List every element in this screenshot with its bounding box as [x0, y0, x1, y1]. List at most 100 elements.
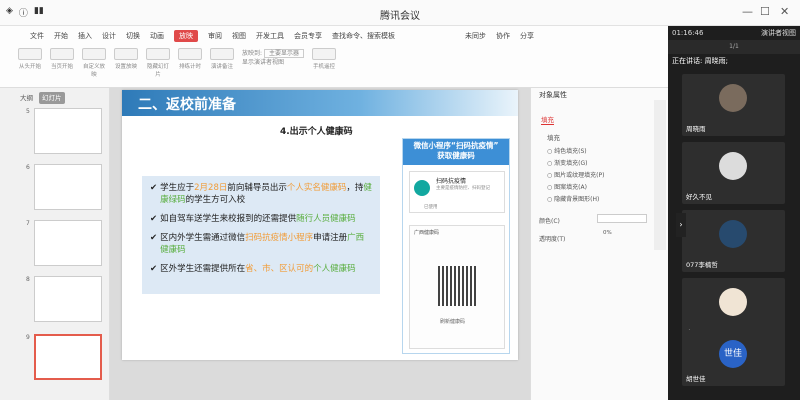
color-label: 颜色(C) [539, 218, 560, 225]
panel-heading: 微信小程序“扫码抗疫情” 获取健康码 [403, 139, 509, 165]
window-titlebar: ◈ ⓘ ▮▮ 腾讯会议 — ☐ ✕ [0, 0, 800, 26]
bullet-item: ✔ 区外学生还需提供所在省、市、区认可的个人健康码 [150, 264, 356, 274]
slide-thumbnail[interactable] [34, 108, 102, 154]
participant-name: 077李楠哲 [686, 261, 718, 269]
maximize-button[interactable]: ☐ [760, 5, 770, 18]
section-title: 二、返校前准备 [138, 97, 236, 113]
thumbnail-tabs: 大纲 幻灯片 [0, 88, 109, 104]
avatar [719, 288, 747, 316]
bullet-item: ✔ 区内外学生需通过微信扫码抗疫情小程序申请注册广西健康码 [150, 233, 365, 255]
sync-status[interactable]: 未同步 [465, 31, 486, 41]
thumb-number: 5 [26, 108, 30, 115]
meeting-time: 01:16:46 [672, 29, 704, 37]
participant-name: 好久不见 [686, 193, 712, 201]
minimize-button[interactable]: — [742, 5, 753, 18]
slide-subtitle: 4.出示个人健康码 [280, 127, 353, 137]
setup-show-button[interactable]: 设置放映 [114, 48, 138, 78]
mini-app-desc: 主要是疫情防控、扫码登记 [436, 186, 490, 191]
tab-slideshow[interactable]: 放映 [174, 30, 198, 42]
tab-transition[interactable]: 切换 [126, 31, 140, 41]
participant-tile[interactable]: 好久不见 [682, 142, 785, 204]
monitor-group: 放映到: 主要显示器 显示演讲者视图 [242, 48, 304, 78]
participant-tile[interactable]: 077李楠哲 [682, 210, 785, 272]
share-button[interactable]: 分享 [520, 31, 534, 41]
qr-card: 广西健康码 刷新健康码 [409, 225, 505, 349]
tab-slides[interactable]: 幻灯片 [39, 92, 65, 104]
tab-developer[interactable]: 开发工具 [256, 31, 284, 41]
avatar: 世佳 [719, 340, 747, 368]
transparency-label: 透明度(T) [539, 236, 566, 243]
monitor-select[interactable]: 主要显示器 [263, 49, 304, 58]
picture-fill-radio[interactable]: 图片或纹理填充(P) [547, 170, 604, 179]
qr-card-title: 广西健康码 [414, 230, 440, 236]
file-menu[interactable]: 文件 [30, 31, 44, 41]
bullet-box: ✔ 学生应于2月28日前向辅导员出示个人实名健康码，持健康绿码的学生方可入校 ✔… [142, 176, 380, 294]
bullet-item: ✔ 学生应于2月28日前向辅导员出示个人实名健康码，持健康绿码的学生方可入校 [150, 183, 372, 205]
check-icon: ✔ [150, 183, 158, 193]
collapse-arrow-icon[interactable]: › [676, 213, 686, 237]
from-current-button[interactable]: 当页开始 [50, 48, 74, 78]
participant-tile[interactable]: 世佳 胡世佳 [682, 330, 785, 386]
participant-name: 周晓雨 [686, 125, 706, 133]
pane-side-toolbar[interactable] [654, 100, 666, 250]
meeting-participants: 01:16:46 演讲者视图 1/1 正在讲话: 周晓雨; 周晓雨 好久不见 0… [668, 26, 800, 400]
pane-title: 对象属性 [539, 91, 567, 99]
avatar [719, 152, 747, 180]
color-select[interactable] [597, 214, 647, 223]
mini-app-card: 扫码抗疫情 主要是疫情防控、扫码登记 已使用 [409, 171, 505, 213]
rehearse-button[interactable]: 排练计时 [178, 48, 202, 78]
notes-button[interactable]: 演讲备注 [210, 48, 234, 78]
presenter-view-checkbox[interactable]: 显示演讲者视图 [242, 59, 284, 66]
tab-member[interactable]: 会员专享 [294, 31, 322, 41]
fill-header[interactable]: 填充 [547, 132, 560, 142]
custom-show-button[interactable]: 自定义放映 [82, 48, 106, 78]
tab-insert[interactable]: 插入 [78, 31, 92, 41]
slide-thumbnail-selected[interactable] [34, 334, 102, 380]
hide-bg-checkbox[interactable]: 隐藏背景图形(H) [547, 194, 599, 203]
object-properties-pane: 对象属性 填充 填充 纯色填充(S) 渐变填充(G) 图片或纹理填充(P) 图案… [530, 88, 668, 400]
close-button[interactable]: ✕ [780, 5, 789, 18]
tab-animation[interactable]: 动画 [150, 31, 164, 41]
mini-app-count: 已使用 [424, 205, 438, 210]
tab-start[interactable]: 开始 [54, 31, 68, 41]
tab-review[interactable]: 审阅 [208, 31, 222, 41]
command-search[interactable]: 查找命令、搜索模板 [332, 31, 395, 41]
tab-fill[interactable]: 填充 [541, 114, 554, 125]
thumb-number: 7 [26, 220, 30, 227]
slide-thumbnail[interactable] [34, 276, 102, 322]
tab-view[interactable]: 视图 [232, 31, 246, 41]
speaking-indicator: 正在讲话: 周晓雨; [672, 57, 728, 65]
slide-thumbnail[interactable] [34, 220, 102, 266]
check-icon: ✔ [150, 264, 158, 274]
qr-refresh-label: 刷新健康码 [440, 319, 466, 325]
pattern-fill-radio[interactable]: 图案填充(A) [547, 182, 587, 191]
tab-outline[interactable]: 大纲 [20, 92, 33, 104]
slide-thumbnail[interactable] [34, 164, 102, 210]
slideshow-toolbar: 从头开始 当页开始 自定义放映 设置放映 隐藏幻灯片 排练计时 演讲备注 放映到… [18, 48, 336, 78]
from-start-button[interactable]: 从头开始 [18, 48, 42, 78]
slide[interactable]: 二、返校前准备 4.出示个人健康码 ✔ 学生应于2月28日前向辅导员出示个人实名… [122, 90, 518, 360]
meeting-topbar: 01:16:46 演讲者视图 [668, 26, 800, 40]
participant-pager[interactable]: 1/1 [668, 40, 800, 54]
avatar [719, 84, 747, 112]
section-banner: 二、返校前准备 [122, 90, 518, 116]
mini-app-title: 扫码抗疫情 [436, 178, 467, 185]
participant-name: 胡世佳 [686, 375, 706, 383]
window-title: 腾讯会议 [380, 11, 420, 22]
thumb-number: 8 [26, 276, 30, 283]
gradient-fill-radio[interactable]: 渐变填充(G) [547, 158, 587, 167]
phone-remote-button[interactable]: 手机遥控 [311, 48, 336, 78]
check-icon: ✔ [150, 214, 158, 224]
participant-tile[interactable]: 周晓雨 [682, 74, 785, 136]
check-icon: ✔ [150, 233, 158, 243]
view-mode-button[interactable]: 演讲者视图 [761, 28, 796, 38]
ribbon: 文件 开始 插入 设计 切换 动画 放映 审阅 视图 开发工具 会员专享 查找命… [0, 26, 668, 88]
slide-thumbnails: 大纲 幻灯片 5 6 7 8 9 [0, 88, 110, 400]
tab-design[interactable]: 设计 [102, 31, 116, 41]
transparency-value[interactable]: 0% [603, 230, 612, 236]
bullet-item: ✔ 如自驾车送学生来校报到的还需提供随行人员健康码 [150, 214, 356, 224]
hide-slide-button[interactable]: 隐藏幻灯片 [146, 48, 170, 78]
health-code-panel: 微信小程序“扫码抗疫情” 获取健康码 扫码抗疫情 主要是疫情防控、扫码登记 已使… [402, 138, 510, 354]
collab-button[interactable]: 协作 [496, 31, 510, 41]
solid-fill-radio[interactable]: 纯色填充(S) [547, 146, 587, 155]
